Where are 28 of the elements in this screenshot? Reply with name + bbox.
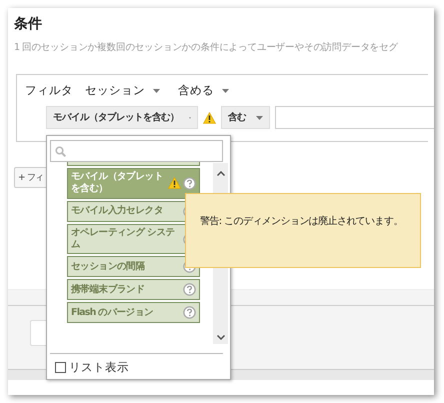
scope-dropdown[interactable]: セッション: [85, 83, 145, 98]
caret-icon: [222, 88, 229, 92]
mode-dropdown[interactable]: 含める: [178, 83, 214, 98]
section-description: 1 回のセッションか複数回のセッションかの条件によってユーザーやその訪問データをセグ: [14, 41, 398, 54]
search-icon: [55, 146, 66, 156]
menu-item[interactable]: モバイル（タブレットを含む）: [67, 168, 200, 199]
tooltip-text: 警告: このディメンションは廃止されています。: [200, 216, 403, 227]
help-icon[interactable]: [183, 176, 196, 190]
list-view-checkbox[interactable]: [55, 362, 66, 373]
warning-icon: [203, 112, 216, 124]
operator-dropdown[interactable]: 含む: [221, 106, 270, 129]
warning-icon: [168, 177, 181, 190]
value-field[interactable]: [275, 106, 434, 129]
list-view-label: リスト表示: [69, 360, 129, 375]
search-field[interactable]: [50, 140, 223, 162]
menu-item[interactable]: セッションの間隔: [67, 256, 200, 278]
help-icon[interactable]: [183, 306, 196, 320]
section-title: 条件: [14, 15, 42, 33]
dimension-dropdown[interactable]: モバイル（タブレットを含む）: [46, 106, 198, 129]
menu-item[interactable]: Flash のバージョン: [67, 302, 200, 324]
caret-icon: [256, 116, 263, 120]
scroll-down-icon[interactable]: [216, 335, 224, 340]
caret-icon: [153, 88, 160, 92]
menu-item[interactable]: 携帯端末ブランド: [67, 279, 200, 300]
help-icon[interactable]: [183, 283, 196, 296]
filter-label: フィルタ: [25, 83, 73, 98]
menu-item[interactable]: [67, 162, 200, 166]
scroll-up-icon[interactable]: [216, 171, 224, 176]
